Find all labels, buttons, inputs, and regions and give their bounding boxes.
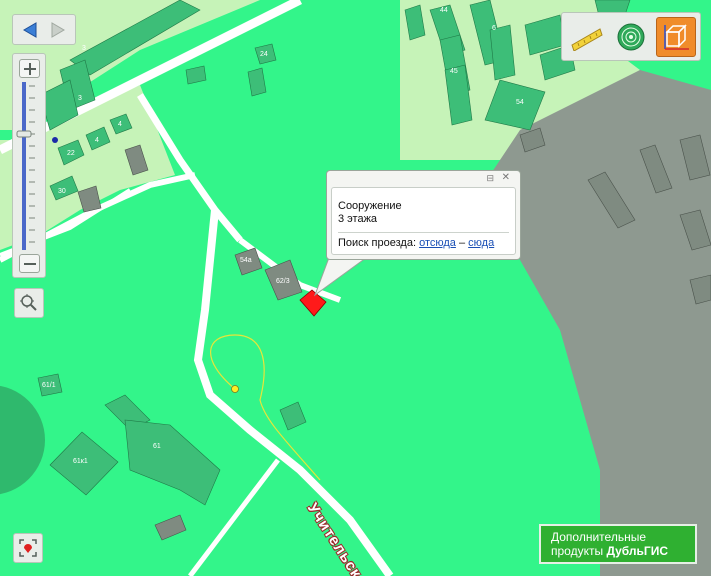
map-canvas[interactable]: 3 3 24 22 4 4 30 44 45 54 6 61 61к1 61/1… (0, 0, 711, 576)
popup-minimize-icon[interactable]: ⊟ (486, 173, 494, 184)
promo-line2: продукты ДубльГИС (551, 544, 695, 558)
svg-text:61: 61 (153, 443, 161, 450)
zoom-out-button[interactable] (19, 254, 40, 273)
3d-button[interactable] (656, 17, 696, 57)
zoom-in-icon (23, 62, 36, 75)
route-to-link[interactable]: сюда (468, 237, 494, 249)
popup-title: Сооружение (338, 200, 402, 212)
svg-text:4: 4 (95, 137, 99, 144)
popup-floors: 3 этажа (338, 213, 378, 225)
radar-icon (617, 23, 645, 51)
popup-titlebar: ⊟ ✕ (327, 171, 520, 185)
zoom-fit-icon (20, 294, 37, 311)
zoom-panel (12, 53, 46, 278)
svg-text:44: 44 (440, 7, 448, 14)
back-arrow-icon (23, 22, 37, 38)
zoom-in-button[interactable] (19, 59, 40, 78)
svg-text:45: 45 (450, 68, 458, 75)
promo-brand: ДубльГИС (606, 544, 669, 558)
svg-text:61/1: 61/1 (42, 382, 56, 389)
popup-route-row: Поиск проезда: отсюда – сюда (338, 237, 509, 250)
3d-box-icon (664, 24, 689, 50)
zoom-slider[interactable] (13, 82, 47, 250)
radar-button[interactable] (612, 19, 650, 55)
svg-text:3: 3 (82, 45, 86, 52)
svg-text:24: 24 (260, 51, 268, 58)
info-popup: ⊟ ✕ Сооружение 3 этажа Поиск проезда: от… (326, 170, 521, 260)
route-label: Поиск проезда: (338, 237, 416, 249)
ruler-button[interactable] (568, 19, 606, 55)
popup-pointer (313, 255, 371, 297)
route-dash: – (458, 237, 466, 249)
tools-panel (561, 12, 701, 61)
svg-text:54а: 54а (240, 257, 252, 264)
svg-text:4: 4 (118, 121, 122, 128)
forward-button[interactable] (45, 18, 71, 42)
svg-text:62/3: 62/3 (276, 278, 290, 285)
locate-icon (19, 539, 37, 557)
forward-arrow-icon (51, 22, 65, 38)
svg-text:61к1: 61к1 (73, 458, 88, 465)
promo-prefix: продукты (551, 544, 604, 558)
promo-line1: Дополнительные (551, 530, 646, 544)
svg-text:6: 6 (492, 25, 496, 32)
zoom-slider-handle (16, 130, 32, 138)
locate-button[interactable] (13, 533, 43, 563)
zoom-out-icon (23, 262, 36, 265)
popup-close-icon[interactable]: ✕ (502, 172, 510, 183)
navigation-panel (12, 14, 76, 45)
zoom-fit-button[interactable] (14, 288, 44, 318)
route-from-link[interactable]: отсюда (419, 237, 456, 249)
svg-text:22: 22 (67, 150, 75, 157)
svg-text:3: 3 (78, 95, 82, 102)
svg-text:54: 54 (516, 99, 524, 106)
ruler-icon (571, 28, 603, 51)
popup-content: Сооружение 3 этажа Поиск проезда: отсюда… (331, 187, 516, 255)
promo-banner[interactable]: Дополнительные продукты ДубльГИС (539, 524, 697, 564)
back-button[interactable] (17, 18, 43, 42)
svg-text:30: 30 (58, 188, 66, 195)
